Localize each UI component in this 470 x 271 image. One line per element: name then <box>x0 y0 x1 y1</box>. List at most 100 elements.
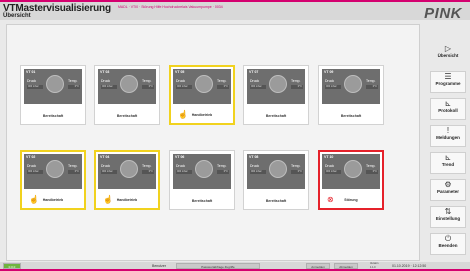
user-label: Benutzer <box>152 264 167 268</box>
version-label: Version <box>370 262 379 265</box>
temp-label: Temp. <box>142 79 152 83</box>
temp-value: 0°C <box>68 85 80 89</box>
temp-value: 0°C <box>366 85 378 89</box>
station-status: Bereitschaft <box>116 114 138 118</box>
footer-bar: 0.0.0 Benutzer Passwortabfrage Zugriffe … <box>0 262 470 271</box>
list-icon: ☰ <box>444 72 452 81</box>
login-button[interactable]: Anmelden <box>306 263 330 269</box>
station-status: Handbetrieb <box>42 198 64 202</box>
nav-programme[interactable]: ☰ Programme <box>430 71 466 93</box>
chamber-gauge <box>195 160 213 178</box>
station-panel: VT 01 Druck 000 mbar Temp. 0°C <box>24 69 82 104</box>
station-card[interactable]: VT 06 Druck 000 mbar Temp. 0°C Bereitschaft <box>169 150 235 210</box>
station-name: VT 05 <box>175 70 185 74</box>
station-panel: VT 08 Druck 000 mbar Temp. 0°C <box>247 154 305 189</box>
pressure-label: Druck <box>325 164 335 168</box>
station-panel: VT 06 Druck 000 mbar Temp. 0°C <box>173 154 231 189</box>
station-card[interactable]: VT 02 Druck 000 mbar Temp. 0°C ☝ Handbetrieb <box>20 150 86 210</box>
chamber-gauge <box>344 75 362 93</box>
pressure-value: 000 mbar <box>27 170 43 174</box>
pressure-value: 000 mbar <box>101 85 117 89</box>
temp-value: 0°C <box>142 170 154 174</box>
temp-label: Temp. <box>142 164 152 168</box>
station-name: VT 07 <box>249 70 259 74</box>
pressure-value: 000 mbar <box>250 170 266 174</box>
station-name: VT 01 <box>26 70 36 74</box>
pressure-label: Druck <box>101 164 111 168</box>
station-card[interactable]: VT 07 Druck 000 mbar Temp. 0°C Bereitschaft <box>243 65 309 125</box>
temp-value: 0°C <box>68 170 80 174</box>
chamber-gauge <box>269 160 287 178</box>
pressure-value: 000 mbar <box>176 85 192 89</box>
nav-label: Übersicht <box>437 53 459 58</box>
pressure-value: 000 mbar <box>176 170 192 174</box>
chart-icon: ⊾ <box>444 99 452 108</box>
temp-value: 0°C <box>217 85 229 89</box>
station-card[interactable]: VT 01 Druck 000 mbar Temp. 0°C Bereitschaft <box>20 65 86 125</box>
datetime: 01.10.2019 · 12:12:50 <box>392 264 427 268</box>
station-card[interactable]: VT 04 Druck 000 mbar Temp. 0°C ☝ Handbetrieb <box>94 150 160 210</box>
user-field[interactable]: Passwortabfrage Zugriffe <box>176 263 260 269</box>
power-icon: ⏻ <box>444 234 452 243</box>
station-card[interactable]: VT 09 Druck 000 mbar Temp. 0°C Bereitschaft <box>318 65 384 125</box>
settings-icon: ⇅ <box>444 207 452 216</box>
version-value: 1.1.0 <box>370 266 376 269</box>
station-panel: VT 03 Druck 000 mbar Temp. 0°C <box>98 69 156 104</box>
pressure-label: Druck <box>250 164 260 168</box>
temp-label: Temp. <box>68 164 78 168</box>
station-overview: VT 01 Druck 000 mbar Temp. 0°C Bereitschaft VT… <box>6 24 420 261</box>
station-status: Bereitschaft <box>265 199 287 203</box>
nav-label: Beenden <box>438 243 458 248</box>
station-status: Handbetrieb <box>191 113 213 117</box>
gear-icon: ⚙ <box>444 180 452 189</box>
nav-übersicht[interactable]: ▷ Übersicht <box>430 44 466 66</box>
alert-icon: ! <box>446 126 450 135</box>
nav-protokoll[interactable]: ⊾ Protokoll <box>430 98 466 120</box>
alarm-ticker: MADL · VTI0 · Störung Hilfe Hochdruckrel… <box>118 5 223 9</box>
nav-einstellung[interactable]: ⇅ Einstellung <box>430 206 466 228</box>
pressure-value: 000 mbar <box>325 85 341 89</box>
temp-value: 0°C <box>366 170 378 174</box>
temp-value: 0°C <box>291 85 303 89</box>
chamber-gauge <box>46 160 64 178</box>
temp-label: Temp. <box>291 164 301 168</box>
pressure-label: Druck <box>27 164 37 168</box>
station-name: VT 04 <box>100 155 110 159</box>
station-status: Störung <box>344 198 358 202</box>
station-panel: VT 05 Druck 000 mbar Temp. 0°C <box>173 69 231 104</box>
brand-logo: PINK <box>424 5 462 22</box>
nav-beenden[interactable]: ⏻ Beenden <box>430 233 466 255</box>
pressure-value: 000 mbar <box>27 85 43 89</box>
nav-label: Trend <box>441 162 455 167</box>
logout-button[interactable]: Abmelden <box>334 263 358 269</box>
header-bar: VTMastervisualisierung Übersicht MADL · … <box>0 0 470 22</box>
station-card[interactable]: VT 03 Druck 000 mbar Temp. 0°C Bereitschaft <box>94 65 160 125</box>
pressure-label: Druck <box>176 79 186 83</box>
station-name: VT 03 <box>100 70 110 74</box>
nav-meldungen[interactable]: ! Meldungen <box>430 125 466 147</box>
station-status: Bereitschaft <box>340 114 362 118</box>
nav-label: Parameter <box>436 189 459 194</box>
temp-value: 0°C <box>217 170 229 174</box>
play-icon: ▷ <box>444 44 452 53</box>
station-panel: VT 07 Druck 000 mbar Temp. 0°C <box>247 69 305 104</box>
station-card[interactable]: VT 10 Druck 000 mbar Temp. 0°C ⊗ Störung <box>318 150 384 210</box>
pressure-value: 000 mbar <box>101 170 117 174</box>
station-name: VT 02 <box>26 155 36 159</box>
chamber-gauge <box>269 75 287 93</box>
nav-parameter[interactable]: ⚙ Parameter <box>430 179 466 201</box>
station-card[interactable]: VT 05 Druck 000 mbar Temp. 0°C ☝ Handbetrieb <box>169 65 235 125</box>
nav-trend[interactable]: ⊾ Trend <box>430 152 466 174</box>
temp-label: Temp. <box>68 79 78 83</box>
chamber-gauge <box>120 160 138 178</box>
chamber-gauge <box>344 160 362 178</box>
pressure-value: 000 mbar <box>325 170 341 174</box>
station-card[interactable]: VT 08 Druck 000 mbar Temp. 0°C Bereitschaft <box>243 150 309 210</box>
station-status: Bereitschaft <box>191 199 213 203</box>
trend-icon: ⊾ <box>444 153 452 162</box>
station-panel: VT 09 Druck 000 mbar Temp. 0°C <box>322 69 380 104</box>
page-title: Übersicht <box>3 13 31 19</box>
pressure-label: Druck <box>27 79 37 83</box>
station-panel: VT 04 Druck 000 mbar Temp. 0°C <box>98 154 156 189</box>
pressure-label: Druck <box>250 79 260 83</box>
